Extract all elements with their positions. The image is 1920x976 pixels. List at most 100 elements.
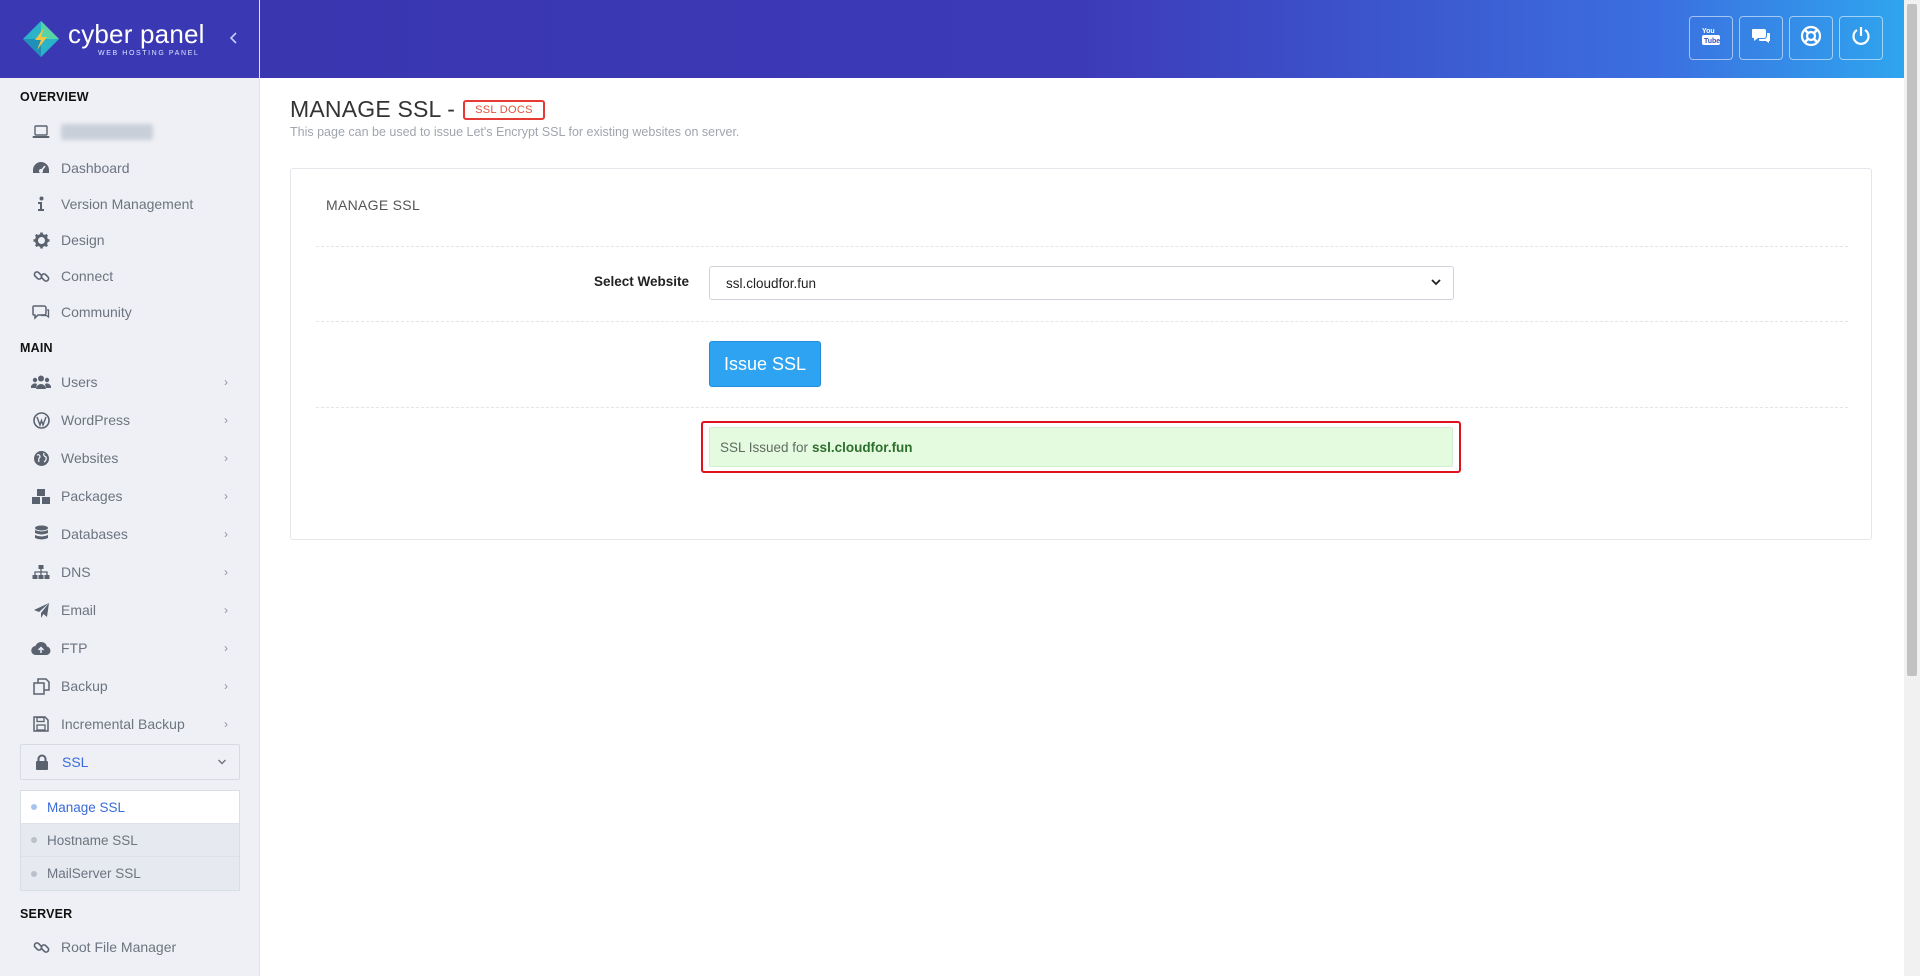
cyberpanel-logo-icon[interactable]: [22, 20, 60, 58]
sidebar-item-label: Community: [61, 304, 132, 320]
sidebar-item-label: Connect: [61, 268, 114, 284]
sidebar-item-label: Dashboard: [61, 160, 130, 176]
section-main: MAIN: [20, 341, 53, 355]
svg-text:You: You: [1702, 28, 1715, 35]
brand-wordmark: cyber panel WEB HOSTING PANEL: [68, 21, 205, 57]
sidebar-item-server-ip[interactable]: [20, 115, 240, 149]
sidebar-item-label: FTP: [61, 640, 88, 656]
chevron-right-icon: ›: [224, 717, 228, 731]
sidebar-item-incremental-backup[interactable]: Incremental Backup ›: [20, 707, 240, 741]
sidebar-item-label: DNS: [61, 564, 91, 580]
submenu-item-manage-ssl[interactable]: Manage SSL: [21, 791, 239, 824]
selected-website-value: ssl.cloudfor.fun: [726, 275, 817, 291]
page-title-row: MANAGE SSL - SSL DOCS: [290, 96, 739, 123]
alert-domain: ssl.cloudfor.fun: [812, 439, 913, 455]
dashboard-icon: [30, 157, 52, 179]
sidebar-item-wordpress[interactable]: WordPress ›: [20, 403, 240, 437]
chevron-down-icon: [1429, 275, 1443, 289]
sidebar-collapse-chevron-icon[interactable]: [225, 28, 243, 48]
sidebar-item-label: Design: [61, 232, 105, 248]
chat-button[interactable]: [1739, 16, 1783, 60]
sidebar-item-users[interactable]: Users ›: [20, 365, 240, 399]
sidebar-item-root-file-manager[interactable]: Root File Manager: [20, 930, 240, 964]
support-icon: [1800, 25, 1822, 52]
sidebar-item-dns[interactable]: DNS ›: [20, 555, 240, 589]
chevron-right-icon: ›: [224, 641, 228, 655]
issue-ssl-button[interactable]: Issue SSL: [709, 341, 821, 387]
chat-icon: [30, 301, 52, 323]
submenu-item-hostname-ssl[interactable]: Hostname SSL: [21, 824, 239, 857]
chevron-right-icon: ›: [224, 603, 228, 617]
sidebar-item-label: Websites: [61, 450, 119, 466]
globe-icon: [30, 447, 52, 469]
users-icon: [30, 371, 52, 393]
chevron-right-icon: ›: [224, 375, 228, 389]
page-description: This page can be used to issue Let's Enc…: [290, 125, 740, 139]
sidebar-item-connect[interactable]: Connect: [20, 259, 240, 293]
bullet-icon: [31, 870, 37, 877]
sidebar-item-label: Backup: [61, 678, 108, 694]
sidebar-item-label: Incremental Backup: [61, 716, 185, 732]
chevron-down-icon: [217, 755, 227, 769]
info-icon: [30, 193, 52, 215]
cubes-icon: [30, 485, 52, 507]
page-header: MANAGE SSL - SSL DOCS This page can be u…: [290, 96, 739, 139]
sidebar-item-label: Databases: [61, 526, 128, 542]
divider: [316, 407, 1848, 408]
sidebar-item-label: Version Management: [61, 196, 194, 212]
sidebar-item-email[interactable]: Email ›: [20, 593, 240, 627]
sidebar-item-databases[interactable]: Databases ›: [20, 517, 240, 551]
link-icon: [30, 936, 52, 958]
lock-icon: [31, 751, 53, 773]
sitemap-icon: [30, 561, 52, 583]
sidebar-item-ssl[interactable]: SSL: [20, 744, 240, 780]
link-icon: [30, 265, 52, 287]
youtube-button[interactable]: You Tube: [1689, 16, 1733, 60]
sidebar-item-label: Packages: [61, 488, 123, 504]
app-root: cyber panel WEB HOSTING PANEL OVERVIEW D…: [0, 0, 1920, 976]
server-ip-redacted: [61, 124, 153, 140]
section-overview: OVERVIEW: [20, 90, 89, 104]
alert-prefix: SSL Issued for: [720, 439, 809, 455]
wordpress-icon: [30, 409, 52, 431]
submenu-item-mailserver-ssl[interactable]: MailServer SSL: [21, 857, 239, 890]
sidebar-item-packages[interactable]: Packages ›: [20, 479, 240, 513]
sidebar-item-label: Users: [61, 374, 98, 390]
svg-text:Tube: Tube: [1704, 38, 1720, 45]
brand-header: cyber panel WEB HOSTING PANEL: [0, 0, 259, 78]
power-button[interactable]: [1839, 16, 1883, 60]
divider: [316, 246, 1848, 247]
brand-tagline: WEB HOSTING PANEL: [98, 50, 200, 57]
copy-icon: [30, 675, 52, 697]
chevron-right-icon: ›: [224, 565, 228, 579]
gear-icon: [30, 229, 52, 251]
submenu-item-label: Manage SSL: [47, 799, 126, 815]
sidebar-item-design[interactable]: Design: [20, 223, 240, 257]
ssl-docs-link[interactable]: SSL DOCS: [463, 99, 545, 120]
bullet-icon: [31, 837, 37, 843]
power-icon: [1850, 25, 1872, 52]
save-icon: [30, 713, 52, 735]
panel-title: MANAGE SSL: [326, 197, 421, 213]
sidebar-item-websites[interactable]: Websites ›: [20, 441, 240, 475]
sidebar-item-backup[interactable]: Backup ›: [20, 669, 240, 703]
sidebar-item-dashboard[interactable]: Dashboard: [20, 151, 240, 185]
scrollbar-thumb[interactable]: [1907, 4, 1917, 676]
paper-plane-icon: [30, 599, 52, 621]
sidebar-item-ftp[interactable]: FTP ›: [20, 631, 240, 665]
ssl-submenu: Manage SSL Hostname SSL MailServer SSL: [20, 790, 240, 891]
chevron-right-icon: ›: [224, 679, 228, 693]
sidebar-item-community[interactable]: Community: [20, 295, 240, 329]
ssl-success-alert: SSL Issued for ssl.cloudfor.fun: [709, 427, 1453, 467]
select-website-dropdown[interactable]: ssl.cloudfor.fun: [709, 266, 1454, 300]
chevron-right-icon: ›: [224, 527, 228, 541]
chat-icon: [1750, 25, 1772, 52]
sidebar-item-label: Email: [61, 602, 97, 618]
support-button[interactable]: [1789, 16, 1833, 60]
sidebar: cyber panel WEB HOSTING PANEL OVERVIEW D…: [0, 0, 260, 976]
sidebar-item-label: Root File Manager: [61, 939, 177, 955]
page-title: MANAGE SSL -: [290, 96, 456, 122]
select-website-label: Select Website: [593, 274, 689, 289]
page-scrollbar[interactable]: [1904, 0, 1920, 976]
sidebar-item-version-management[interactable]: Version Management: [20, 187, 240, 221]
